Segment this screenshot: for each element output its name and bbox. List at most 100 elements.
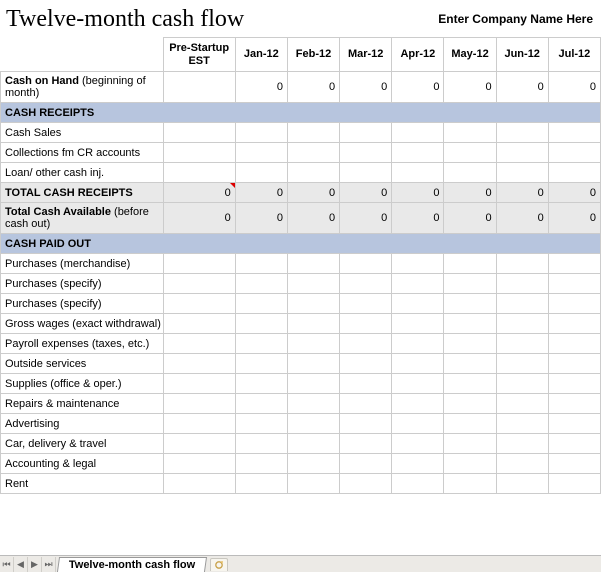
cell[interactable] <box>235 143 287 163</box>
cell[interactable] <box>392 254 444 274</box>
cell[interactable] <box>235 314 287 334</box>
nav-last-icon[interactable]: ⏭ <box>42 557 56 572</box>
nav-prev-icon[interactable]: ◀ <box>14 557 28 572</box>
cell[interactable] <box>163 394 235 414</box>
cell[interactable] <box>235 163 287 183</box>
cell[interactable] <box>287 414 339 434</box>
cell[interactable]: 0 <box>444 183 496 203</box>
cell[interactable] <box>392 474 444 494</box>
cell[interactable]: 0 <box>444 72 496 103</box>
cell[interactable] <box>163 374 235 394</box>
cell[interactable] <box>340 394 392 414</box>
cell[interactable] <box>392 374 444 394</box>
cell[interactable]: 0 <box>496 203 548 234</box>
cell[interactable] <box>548 374 600 394</box>
cell[interactable] <box>496 163 548 183</box>
cell[interactable] <box>235 354 287 374</box>
cell[interactable] <box>235 254 287 274</box>
cell[interactable]: 0 <box>392 203 444 234</box>
cell[interactable] <box>548 123 600 143</box>
cell[interactable] <box>444 454 496 474</box>
cell[interactable] <box>444 294 496 314</box>
cell[interactable] <box>496 454 548 474</box>
cell[interactable] <box>496 294 548 314</box>
cell[interactable] <box>392 394 444 414</box>
cell[interactable] <box>340 454 392 474</box>
cell[interactable] <box>444 274 496 294</box>
cell[interactable] <box>548 254 600 274</box>
cell[interactable] <box>163 474 235 494</box>
cell[interactable] <box>392 274 444 294</box>
cell[interactable]: 0 <box>163 203 235 234</box>
cell[interactable] <box>548 163 600 183</box>
cell[interactable] <box>548 434 600 454</box>
cell[interactable] <box>340 414 392 434</box>
cell[interactable]: 0 <box>496 183 548 203</box>
cell[interactable] <box>235 374 287 394</box>
cell[interactable]: 0 <box>340 183 392 203</box>
cell[interactable] <box>444 163 496 183</box>
cell[interactable]: 0 <box>548 72 600 103</box>
cell[interactable] <box>392 434 444 454</box>
cell[interactable] <box>392 414 444 434</box>
cell[interactable] <box>340 163 392 183</box>
cell[interactable] <box>392 294 444 314</box>
cell[interactable] <box>235 274 287 294</box>
cell[interactable]: 0 <box>496 72 548 103</box>
cell[interactable] <box>287 434 339 454</box>
cell[interactable] <box>287 394 339 414</box>
cell[interactable] <box>163 314 235 334</box>
cell[interactable]: 0 <box>235 183 287 203</box>
cell[interactable] <box>235 454 287 474</box>
cell[interactable] <box>496 394 548 414</box>
cell[interactable] <box>287 123 339 143</box>
cell[interactable] <box>444 414 496 434</box>
cell[interactable] <box>392 454 444 474</box>
cell[interactable] <box>340 334 392 354</box>
cell[interactable] <box>444 434 496 454</box>
cell[interactable] <box>548 354 600 374</box>
cell[interactable] <box>163 354 235 374</box>
cell[interactable] <box>496 314 548 334</box>
cell[interactable] <box>287 354 339 374</box>
cell[interactable] <box>163 454 235 474</box>
cell[interactable] <box>392 334 444 354</box>
cell[interactable] <box>444 354 496 374</box>
cell[interactable] <box>163 434 235 454</box>
cell[interactable] <box>287 294 339 314</box>
cell[interactable] <box>548 274 600 294</box>
cell[interactable] <box>392 354 444 374</box>
cell[interactable]: 0 <box>392 183 444 203</box>
cell[interactable] <box>548 334 600 354</box>
cell[interactable]: 0 <box>444 203 496 234</box>
cell[interactable] <box>340 314 392 334</box>
cell[interactable] <box>287 314 339 334</box>
cell[interactable] <box>444 254 496 274</box>
new-sheet-button[interactable] <box>210 558 228 571</box>
cell[interactable] <box>163 72 235 103</box>
cell[interactable] <box>444 374 496 394</box>
cell[interactable] <box>548 294 600 314</box>
cell[interactable] <box>340 434 392 454</box>
cell[interactable] <box>340 474 392 494</box>
cell[interactable]: 0 <box>340 203 392 234</box>
cell[interactable] <box>496 474 548 494</box>
cell[interactable] <box>340 374 392 394</box>
cell[interactable]: 0 <box>287 203 339 234</box>
cell[interactable] <box>163 163 235 183</box>
cell[interactable] <box>496 354 548 374</box>
cell[interactable] <box>340 254 392 274</box>
cell[interactable] <box>548 394 600 414</box>
cell[interactable] <box>392 123 444 143</box>
cell[interactable]: 0 <box>392 72 444 103</box>
cell[interactable] <box>235 474 287 494</box>
cell[interactable] <box>496 274 548 294</box>
cell[interactable] <box>444 123 496 143</box>
cell[interactable] <box>235 434 287 454</box>
cell[interactable] <box>163 294 235 314</box>
cell[interactable]: 0 <box>548 203 600 234</box>
sheet-tab[interactable]: Twelve-month cash flow <box>57 557 207 572</box>
cell[interactable] <box>287 474 339 494</box>
cell[interactable] <box>287 254 339 274</box>
cell[interactable] <box>548 474 600 494</box>
